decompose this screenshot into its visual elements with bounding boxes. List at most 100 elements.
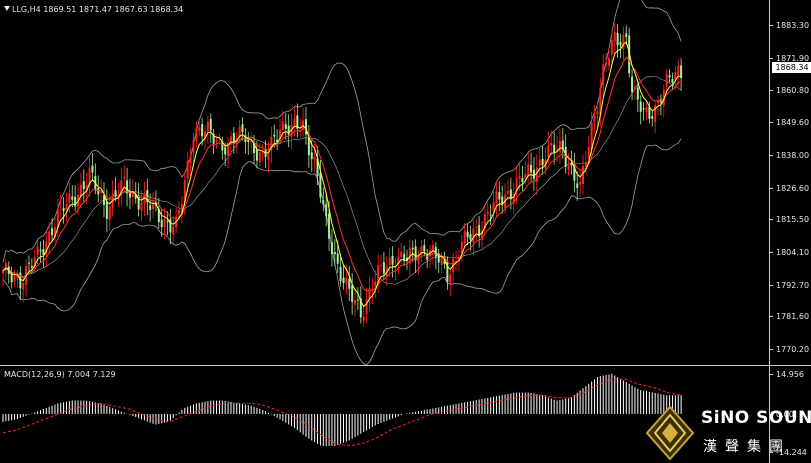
candle-body: [100, 191, 103, 194]
price-tick-mark: [770, 316, 773, 318]
candle-body: [556, 148, 559, 150]
candle-body: [322, 200, 325, 205]
candle-body: [558, 140, 561, 152]
candle-body: [530, 165, 533, 173]
candle-body: [550, 143, 553, 146]
candle-body: [610, 39, 613, 55]
candle-body: [631, 76, 634, 93]
candle-body: [22, 283, 25, 290]
candle-body: [495, 191, 498, 204]
candle-body: [2, 270, 4, 274]
candle-body: [195, 128, 198, 141]
price-axis[interactable]: 1883.30 1871.90 1860.80 1849.60 1838.00 1826.…: [769, 0, 811, 365]
candle-body: [328, 213, 331, 239]
candle-body: [62, 207, 65, 211]
candle-body: [330, 242, 333, 254]
price-tick-mark: [770, 348, 773, 350]
candle-body: [149, 205, 152, 210]
price-tick-label: 1815.50: [776, 215, 810, 225]
candle-body: [91, 165, 94, 173]
candle-body: [336, 253, 339, 264]
candle-body: [48, 231, 51, 244]
symbol-header: LLG,H4 1869.51 1871.47 1867.63 1868.34: [4, 5, 183, 14]
candle-body: [108, 206, 111, 220]
triangle-down-icon[interactable]: [4, 6, 10, 11]
candle-body: [674, 72, 677, 80]
candle-body: [475, 227, 478, 229]
candle-body: [547, 144, 550, 158]
price-tick-mark: [770, 121, 773, 123]
price-tick-label: 1838.00: [776, 150, 810, 160]
candle-body: [633, 86, 636, 90]
candle-body: [417, 256, 420, 264]
candle-body: [172, 226, 175, 235]
symbol-header-text: LLG,H4 1869.51 1871.47 1867.63 1868.34: [12, 5, 184, 14]
bollinger-lower-band: [2, 138, 682, 365]
candle-body: [255, 149, 258, 161]
price-tick-mark: [770, 154, 773, 156]
candle-body: [521, 177, 524, 182]
candle-body: [616, 32, 619, 46]
candle-body: [65, 203, 68, 210]
moving-average-slow: [2, 56, 682, 292]
candle-body: [281, 121, 284, 130]
candle-body: [178, 210, 181, 215]
candle-body: [169, 218, 172, 233]
price-tick-label: 1770.20: [776, 344, 810, 354]
candle-body: [241, 124, 244, 132]
price-chart-panel[interactable]: LLG,H4 1869.51 1871.47 1867.63 1868.34: [0, 0, 769, 365]
candle-body: [622, 34, 625, 49]
candle-body: [71, 196, 74, 200]
candle-body: [382, 262, 385, 274]
candle-body: [532, 169, 535, 179]
price-tick-label: 1849.60: [776, 117, 810, 127]
candle-body: [36, 246, 39, 256]
candle-body: [362, 316, 365, 321]
candle-body: [105, 201, 108, 219]
candle-body: [651, 116, 654, 119]
candle-body: [39, 249, 42, 252]
candle-body: [466, 231, 469, 238]
candle-body: [593, 116, 596, 122]
price-chart-canvas[interactable]: [0, 0, 769, 365]
price-tick-mark: [770, 89, 773, 91]
price-tick-mark: [770, 284, 773, 286]
candle-body: [506, 191, 509, 194]
candle-body: [152, 203, 155, 210]
candle-body: [619, 42, 622, 46]
candle-body: [319, 172, 322, 198]
candle-body: [27, 262, 30, 264]
candle-body: [114, 190, 117, 197]
candle-body: [342, 277, 345, 283]
brand-chinese: 漢聲集團: [703, 439, 791, 455]
moving-average-fast: [2, 41, 682, 308]
candle-body: [82, 181, 85, 190]
candle-body: [310, 152, 313, 160]
price-tick-label: 1883.30: [776, 21, 810, 31]
price-tick-mark: [770, 25, 773, 27]
candle-body: [553, 144, 556, 153]
candle-body: [492, 201, 495, 212]
candle-body: [524, 173, 527, 179]
candle-body: [400, 251, 403, 257]
candle-body: [123, 177, 126, 179]
candle-body: [605, 62, 608, 65]
candle-body: [388, 257, 391, 266]
candle-body: [345, 277, 348, 285]
candle-body: [463, 230, 466, 244]
candle-body: [648, 107, 651, 119]
candle-body: [287, 125, 290, 135]
candle-body: [42, 248, 45, 255]
candle-body: [665, 73, 668, 87]
price-tick-mark: [770, 219, 773, 221]
candle-body: [201, 124, 204, 137]
candle-body: [607, 58, 610, 66]
candle-body: [215, 140, 218, 142]
candle-body: [576, 183, 579, 188]
candle-body: [160, 219, 163, 228]
candle-body: [602, 64, 605, 86]
candle-body: [224, 147, 227, 155]
candle-body: [293, 118, 296, 126]
candle-body: [639, 101, 642, 112]
candle-body: [51, 228, 54, 236]
